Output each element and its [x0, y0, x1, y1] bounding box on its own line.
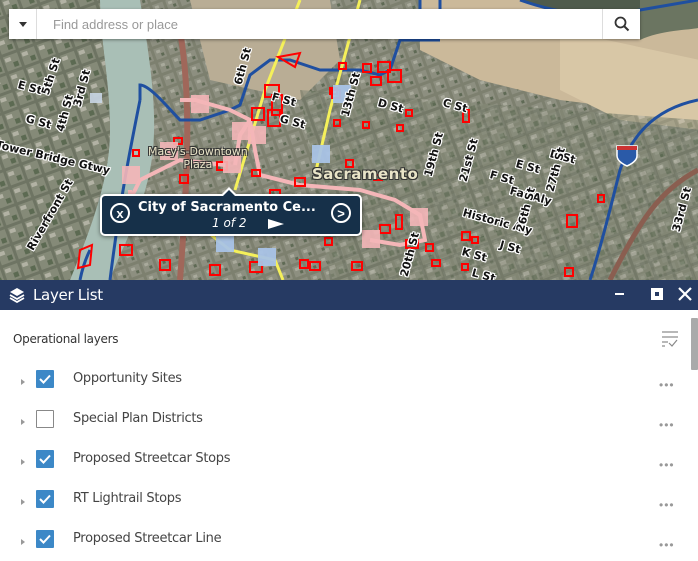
- layer-row: Proposed Streetcar Line •••: [0, 521, 690, 561]
- map-label-sacramento: Sacramento: [312, 165, 419, 183]
- chevron-right-icon: >: [337, 205, 345, 221]
- close-icon: x: [116, 205, 124, 221]
- popup-title: City of Sacramento Ce...: [138, 200, 316, 215]
- popup-close-button[interactable]: x: [110, 203, 130, 223]
- layer-name: Proposed Streetcar Line: [73, 531, 222, 546]
- map-basemap: [0, 0, 698, 280]
- popup-zoom-to-icon[interactable]: [268, 219, 284, 229]
- layer-name: Proposed Streetcar Stops: [73, 451, 231, 466]
- section-label: Operational layers: [13, 332, 119, 346]
- close-panel-button[interactable]: [678, 287, 692, 301]
- layer-more-options-button[interactable]: •••: [659, 539, 675, 551]
- layer-list-header: Layer List: [0, 280, 698, 310]
- layer-name: Opportunity Sites: [73, 371, 182, 386]
- popup-feature-count: 1 of 2: [212, 216, 247, 230]
- scrollbar[interactable]: [691, 318, 698, 370]
- layer-row: RT Lightrail Stops •••: [0, 481, 690, 521]
- checkmark-icon: [39, 494, 51, 504]
- popup-next-button[interactable]: >: [331, 203, 351, 223]
- layer-visibility-checkbox[interactable]: [36, 490, 54, 508]
- map-view[interactable]: E St 5th St G St 4th St 3rd St Tower Bri…: [0, 0, 698, 280]
- layer-visibility-checkbox[interactable]: [36, 370, 54, 388]
- layers-icon: [9, 288, 25, 303]
- layer-more-options-button[interactable]: •••: [659, 499, 675, 511]
- layer-row: Special Plan Districts •••: [0, 401, 690, 441]
- checkmark-icon: [39, 534, 51, 544]
- caret-down-icon: [18, 21, 27, 27]
- expand-caret-icon[interactable]: [21, 499, 25, 505]
- layer-name: Special Plan Districts: [73, 411, 203, 426]
- layer-visibility-checkbox[interactable]: [36, 530, 54, 548]
- layer-more-options-button[interactable]: •••: [659, 419, 675, 431]
- layer-more-options-button[interactable]: •••: [659, 379, 675, 391]
- layer-row: Proposed Streetcar Stops •••: [0, 441, 690, 481]
- expand-caret-icon[interactable]: [21, 379, 25, 385]
- layer-list-body: Operational layers Opportunity Sites ••• S…: [0, 310, 698, 558]
- map-label-downtown-plaza: Macy's-Downtown Plaza: [148, 145, 248, 171]
- checkmark-icon: [39, 374, 51, 384]
- layer-name: RT Lightrail Stops: [73, 491, 182, 506]
- maximize-button[interactable]: [651, 288, 663, 300]
- minimize-button[interactable]: [615, 293, 624, 295]
- search-widget: [9, 9, 640, 39]
- search-icon: [614, 16, 629, 32]
- checkmark-icon: [39, 454, 51, 464]
- layer-visibility-checkbox[interactable]: [36, 450, 54, 468]
- layer-row: Opportunity Sites •••: [0, 361, 690, 401]
- expand-caret-icon[interactable]: [21, 459, 25, 465]
- search-source-dropdown[interactable]: [9, 9, 37, 39]
- panel-title: Layer List: [33, 286, 103, 304]
- search-button[interactable]: [602, 9, 640, 39]
- layer-more-options-button[interactable]: •••: [659, 459, 675, 471]
- layer-options-icon[interactable]: [660, 330, 680, 348]
- layer-visibility-checkbox[interactable]: [36, 410, 54, 428]
- expand-caret-icon[interactable]: [21, 539, 25, 545]
- map-popup: x City of Sacramento Ce... 1 of 2 >: [100, 187, 362, 236]
- search-input[interactable]: [37, 10, 602, 38]
- expand-caret-icon[interactable]: [21, 419, 25, 425]
